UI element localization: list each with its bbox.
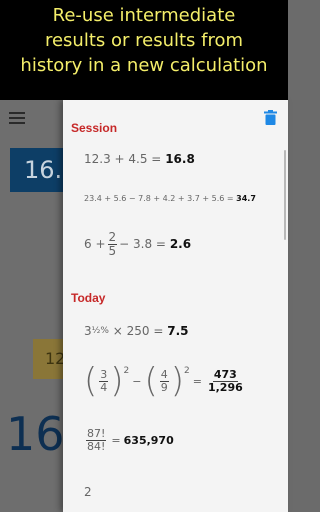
- history-entry-6[interactable]: 87! 84! = 635,970: [84, 428, 174, 452]
- history-entry-1[interactable]: 12.3 + 4.5 = 16.8: [84, 152, 195, 166]
- entry-5-result-fraction: 473 1,296: [207, 367, 243, 394]
- history-entry-5[interactable]: ( 3 4 ) 2 − ( 4 9 ) 2 = 473 1,296: [84, 364, 246, 398]
- entry-2-result: 34.7: [236, 194, 256, 203]
- history-entry-7[interactable]: 2: [84, 485, 92, 499]
- entry-3-numerator: 2: [107, 230, 118, 245]
- entry-2-expression: 23.4 + 5.6 − 7.8 + 4.2 + 3.7 + 5.6 =: [84, 194, 234, 203]
- history-entry-2[interactable]: 23.4 + 5.6 − 7.8 + 4.2 + 3.7 + 5.6 = 34.…: [84, 194, 256, 203]
- entry-3-denominator: 5: [108, 243, 117, 258]
- entry-4-whole: 3: [84, 324, 92, 338]
- entry-3-fraction: 2 5: [107, 230, 118, 258]
- hamburger-menu-icon[interactable]: [9, 112, 25, 124]
- entry-6-fraction: 87! 84!: [86, 427, 107, 453]
- entry-3-suffix: − 3.8 =: [119, 237, 166, 252]
- history-drawer: Session 12.3 + 4.5 = 16.8 23.4 + 5.6 − 7…: [63, 100, 288, 512]
- history-entry-4[interactable]: 3 ½% × 250 = 7.5: [84, 324, 189, 338]
- current-result-box: 16.8: [10, 148, 68, 192]
- history-entry-3[interactable]: 6 + 2 5 − 3.8 = 2.6: [84, 231, 191, 257]
- banner-line-2: results or results from: [44, 30, 244, 51]
- banner-line-3: history in a new calculation: [20, 55, 268, 76]
- promo-banner: Re-use intermediate results or results f…: [0, 0, 288, 100]
- main-display-number: 16.: [6, 407, 66, 461]
- entry-1-result: 16.8: [165, 152, 195, 166]
- entry-4-suffix: × 250 =: [112, 324, 164, 338]
- entry-5-fraction-1: 3 4: [99, 367, 109, 394]
- entry-5-fraction-2: 4 9: [159, 367, 169, 394]
- drawer-scrollbar[interactable]: [284, 150, 286, 240]
- entry-7-expression: 2: [84, 485, 92, 499]
- session-section-title: Session: [71, 121, 118, 135]
- banner-line-1: Re-use intermediate: [52, 5, 236, 26]
- intermediate-result-box: 12.: [33, 339, 67, 379]
- today-section-title: Today: [71, 291, 106, 305]
- entry-6-result: 635,970: [123, 433, 174, 447]
- trash-icon[interactable]: [264, 110, 277, 125]
- entry-4-percent: ½%: [91, 326, 109, 336]
- entry-3-prefix: 6 +: [84, 237, 106, 252]
- entry-3-result: 2.6: [169, 237, 192, 252]
- entry-4-result: 7.5: [167, 324, 189, 338]
- entry-1-expression: 12.3 + 4.5 =: [84, 152, 162, 166]
